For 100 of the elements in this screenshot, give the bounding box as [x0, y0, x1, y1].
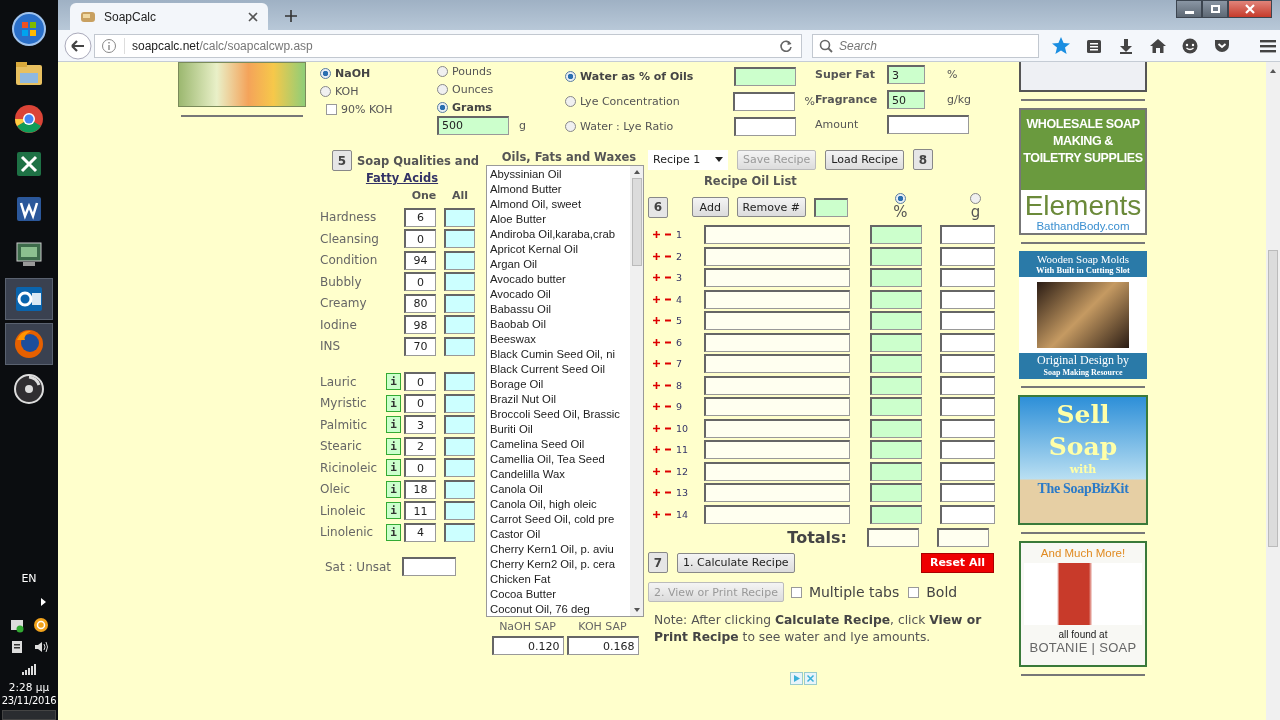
oil-name-field[interactable]: [704, 397, 850, 417]
step-button[interactable]: 6: [648, 196, 668, 218]
oil-name-field[interactable]: [704, 225, 850, 245]
weight-field[interactable]: [940, 311, 995, 331]
clock-date[interactable]: 23/11/2016: [1, 695, 57, 706]
info-button[interactable]: i: [386, 416, 401, 434]
fatty-acid-all-field[interactable]: [444, 501, 475, 521]
list-item[interactable]: Candelilla Wax: [490, 467, 630, 482]
list-item[interactable]: Broccoli Seed Oil, Brassic: [490, 407, 630, 422]
weight-field[interactable]: [940, 375, 995, 395]
quality-value-field[interactable]: 0: [404, 272, 436, 292]
list-item[interactable]: Canola Oil, high oleic: [490, 497, 630, 512]
radio-button[interactable]: [894, 193, 906, 204]
fatty-acid-all-field[interactable]: [444, 479, 475, 499]
oil-name-field[interactable]: [704, 332, 850, 352]
minus-icon[interactable]: [665, 274, 671, 282]
maximize-button[interactable]: [1202, 0, 1228, 18]
remove-number-field[interactable]: [813, 197, 848, 217]
list-item[interactable]: Buriti Oil: [490, 422, 630, 437]
oil-name-field[interactable]: [704, 246, 850, 266]
fatty-acid-value-field[interactable]: 4: [404, 522, 436, 542]
oil-name-field[interactable]: [704, 311, 850, 331]
percent-field[interactable]: [870, 246, 922, 266]
ad-banner[interactable]: And Much More! all found at BOTANIE | SOAP: [1019, 541, 1147, 667]
plus-icon[interactable]: [653, 252, 660, 260]
scroll-thumb[interactable]: [631, 178, 642, 266]
recipe-dropdown[interactable]: Recipe 1: [648, 149, 728, 170]
new-tab-icon[interactable]: [285, 10, 297, 22]
percent-field[interactable]: [870, 289, 922, 309]
step-button[interactable]: 5: [332, 150, 352, 171]
quality-value-field[interactable]: 70: [404, 336, 436, 356]
list-item[interactable]: Black Cumin Seed Oil, ni: [490, 347, 630, 362]
percent-field[interactable]: [870, 483, 922, 503]
oil-name-field[interactable]: [704, 440, 850, 460]
quality-value-field[interactable]: 6: [404, 207, 436, 227]
chat-icon[interactable]: [1181, 36, 1199, 55]
language-indicator[interactable]: EN: [21, 572, 37, 585]
fatty-acid-all-field[interactable]: [444, 415, 475, 435]
list-item[interactable]: Borage Oil: [490, 377, 630, 392]
koh-sap-field[interactable]: 0.168: [566, 636, 639, 655]
weight-field[interactable]: [940, 418, 995, 438]
quality-all-field[interactable]: [444, 229, 475, 249]
add-button[interactable]: Add: [692, 197, 729, 217]
ad-banner[interactable]: [1019, 62, 1147, 92]
info-button[interactable]: i: [386, 523, 401, 541]
water-value-field[interactable]: [734, 117, 796, 136]
radio-button[interactable]: [565, 121, 576, 132]
percent-field[interactable]: [870, 268, 922, 288]
list-item[interactable]: Camellia Oil, Tea Seed: [490, 452, 630, 467]
fatty-acid-all-field[interactable]: [444, 393, 475, 413]
fatty-acids-link[interactable]: Fatty Acids: [365, 171, 439, 185]
radio-button[interactable]: [437, 101, 448, 113]
ad-banner[interactable]: WHOLESALE SOAP MAKING & TOILETRY SUPPLIES Elements BathandBody.com: [1019, 108, 1147, 235]
speaker-icon[interactable]: [33, 639, 49, 655]
quality-all-field[interactable]: [444, 272, 475, 292]
sync-icon[interactable]: [9, 617, 25, 633]
list-item[interactable]: Coconut Oil, 76 deg: [490, 602, 630, 616]
menu-icon[interactable]: [1259, 37, 1277, 54]
ratio-field[interactable]: [402, 557, 456, 576]
scroll-up-icon[interactable]: [632, 169, 641, 175]
remove-button[interactable]: Remove #: [736, 197, 806, 217]
fatty-acid-value-field[interactable]: 2: [404, 436, 436, 456]
list-item[interactable]: Beeswax: [490, 332, 630, 347]
fatty-acid-value-field[interactable]: 0: [404, 458, 436, 478]
total-percent-field[interactable]: [867, 527, 919, 547]
quality-all-field[interactable]: [444, 207, 475, 227]
signal-icon[interactable]: [21, 663, 37, 675]
browser-tab[interactable]: SoapCalc: [70, 3, 268, 30]
list-item[interactable]: Carrot Seed Oil, cold pre: [490, 512, 630, 527]
minus-icon[interactable]: [665, 317, 671, 325]
fatty-acid-all-field[interactable]: [444, 458, 475, 478]
weight-field[interactable]: [940, 397, 995, 417]
back-icon[interactable]: [64, 31, 92, 60]
info-button[interactable]: i: [386, 502, 401, 520]
minus-icon[interactable]: [665, 231, 671, 239]
weight-field[interactable]: [940, 483, 995, 503]
expand-arrow-icon[interactable]: [39, 597, 47, 607]
list-item[interactable]: Cherry Kern1 Oil, p. aviu: [490, 542, 630, 557]
list-item[interactable]: Camelina Seed Oil: [490, 437, 630, 452]
water-value-field[interactable]: [732, 92, 795, 111]
radio-button[interactable]: [565, 71, 576, 82]
oil-name-field[interactable]: [704, 354, 850, 374]
quality-value-field[interactable]: 80: [404, 293, 436, 313]
quality-value-field[interactable]: 98: [404, 315, 436, 335]
radio-button[interactable]: [437, 83, 448, 95]
info-button[interactable]: i: [386, 459, 401, 477]
recipe-button[interactable]: Load Recipe: [825, 149, 904, 170]
list-item[interactable]: Chicken Fat: [490, 572, 630, 587]
fatty-acid-all-field[interactable]: [444, 522, 475, 542]
plus-icon[interactable]: [653, 424, 660, 432]
minus-icon[interactable]: [665, 446, 671, 454]
ad-banner[interactable]: Wooden Soap Molds With Built in Cutting Slot Original Design by Soap Making Resource: [1019, 251, 1147, 379]
info-button[interactable]: i: [386, 437, 401, 455]
list-item[interactable]: Brazil Nut Oil: [490, 392, 630, 407]
scroll-up-icon[interactable]: [1269, 68, 1277, 74]
weight-field[interactable]: [940, 440, 995, 460]
weight-field[interactable]: [940, 225, 995, 245]
radio-button[interactable]: [565, 96, 576, 107]
scroll-thumb[interactable]: [1268, 250, 1278, 547]
weight-field[interactable]: [940, 289, 995, 309]
